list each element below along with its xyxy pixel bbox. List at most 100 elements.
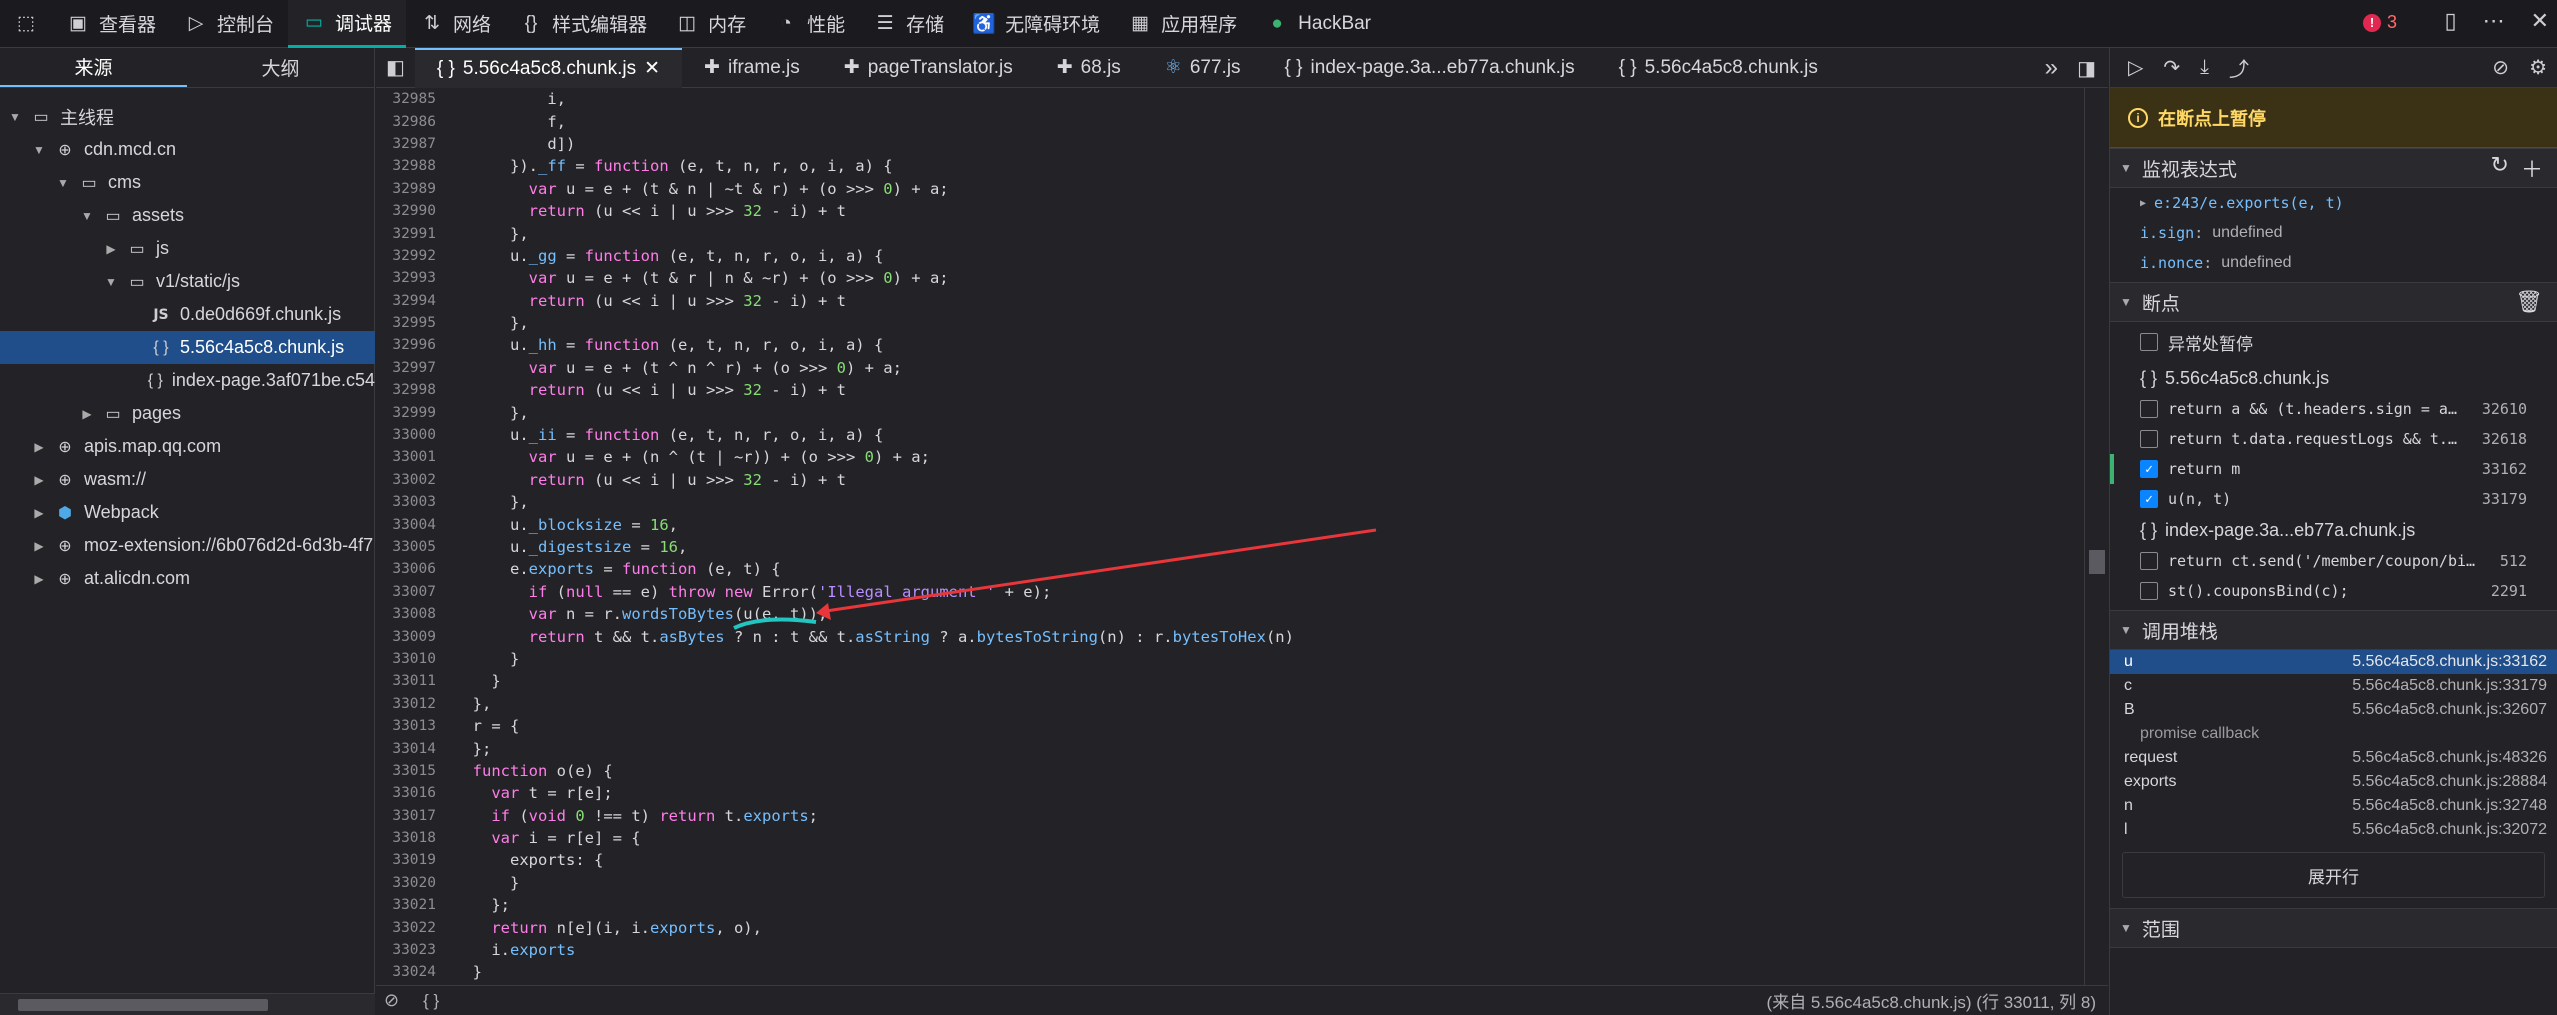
tab-hackbar[interactable]: ● HackBar <box>1251 0 1385 48</box>
watch-item[interactable]: ▶ e:243/e.exports(e, t) <box>2110 188 2557 218</box>
toggle-sidebar-icon[interactable]: ◧ <box>376 55 415 80</box>
code-line[interactable]: 33022 return n[e](i, i.exports, o), <box>376 916 2084 938</box>
format-button[interactable]: { } <box>423 991 439 1011</box>
tree-item-folder[interactable]: ▶ ▭ js <box>0 232 375 265</box>
add-icon[interactable]: ＋ <box>2521 152 2543 184</box>
line-number[interactable]: 33016 <box>376 785 436 801</box>
code-line[interactable]: 33009 return t && t.asBytes ? n : t && t… <box>376 625 2084 647</box>
tree-item-file-selected[interactable]: { } 5.56c4a5c8.chunk.js <box>0 331 375 364</box>
tree-item-file[interactable]: { } index-page.3af071be.c54 <box>0 364 375 397</box>
checkbox[interactable] <box>2140 333 2158 351</box>
line-number[interactable]: 33003 <box>376 494 436 510</box>
tab-memory[interactable]: ◫ 内存 <box>661 0 760 48</box>
checkbox-checked[interactable]: ✓ <box>2140 460 2158 478</box>
checkbox[interactable] <box>2140 582 2158 600</box>
toggle-debugger-pane-icon[interactable]: ◨ <box>2077 56 2096 81</box>
line-number[interactable]: 33023 <box>376 942 436 958</box>
editor-tab[interactable]: ✚ iframe.js <box>682 48 822 88</box>
line-number[interactable]: 33018 <box>376 830 436 846</box>
tab-outline[interactable]: 大纲 <box>187 48 374 87</box>
deactivate-breakpoints-icon[interactable]: ⊘ <box>2492 55 2509 80</box>
scopes-header[interactable]: ▼ 范围 <box>2110 908 2557 948</box>
line-number[interactable]: 33022 <box>376 920 436 936</box>
call-frame[interactable]: exports 5.56c4a5c8.chunk.js:28884 <box>2110 770 2557 794</box>
scrollbar-thumb[interactable] <box>2089 550 2105 574</box>
code-line[interactable]: 33017 if (void 0 !== t) return t.exports… <box>376 805 2084 827</box>
line-number[interactable]: 33004 <box>376 517 436 533</box>
line-number[interactable]: 33006 <box>376 561 436 577</box>
call-frame[interactable]: c 5.56c4a5c8.chunk.js:33179 <box>2110 674 2557 698</box>
code-line[interactable]: 32988 })._ff = function (e, t, n, r, o, … <box>376 155 2084 177</box>
breakpoint-item[interactable]: return ct.send('/member/coupon/bi… 512 <box>2110 546 2557 576</box>
line-number[interactable]: 33014 <box>376 741 436 757</box>
line-number[interactable]: 33000 <box>376 427 436 443</box>
call-frame[interactable]: B 5.56c4a5c8.chunk.js:32607 <box>2110 698 2557 722</box>
code-line[interactable]: 32997 var u = e + (t ^ n ^ r) + (o >>> 0… <box>376 357 2084 379</box>
line-number[interactable]: 33007 <box>376 584 436 600</box>
code-line[interactable]: 32998 return (u << i | u >>> 32 - i) + t <box>376 379 2084 401</box>
tab-console[interactable]: ▷ 控制台 <box>170 0 288 48</box>
code-line[interactable]: 33023 i.exports <box>376 939 2084 961</box>
line-number[interactable]: 33002 <box>376 472 436 488</box>
tab-network[interactable]: ⇅ 网络 <box>406 0 505 48</box>
watch-expressions-header[interactable]: ▼ 监视表达式 ↻ ＋ <box>2110 148 2557 188</box>
code-line[interactable]: 33014 }; <box>376 737 2084 759</box>
watch-item[interactable]: i.sign: undefined <box>2110 218 2557 248</box>
line-number[interactable]: 33024 <box>376 964 436 980</box>
code-line[interactable]: 33021 }; <box>376 894 2084 916</box>
pause-on-exceptions[interactable]: 异常处暂停 <box>2110 322 2557 362</box>
code-line[interactable]: 33019 exports: { <box>376 849 2084 871</box>
line-number[interactable]: 33008 <box>376 606 436 622</box>
line-number[interactable]: 32988 <box>376 158 436 174</box>
code-line[interactable]: 33001 var u = e + (n ^ (t | ~r)) + (o >>… <box>376 446 2084 468</box>
close-icon[interactable]: ✕ <box>2531 8 2549 34</box>
tree-item-folder[interactable]: ▼ ▭ cms <box>0 166 375 199</box>
tree-item-domain[interactable]: ▶ ⊕ apis.map.qq.com <box>0 430 375 463</box>
call-frame[interactable]: request 5.56c4a5c8.chunk.js:48326 <box>2110 746 2557 770</box>
breakpoint-item[interactable]: return a && (t.headers.sign = a… 32610 <box>2110 394 2557 424</box>
line-number[interactable]: 32985 <box>376 91 436 107</box>
code-area[interactable]: 32985 i, 32986 f, 32987 d]) 32988 })._ff = … <box>376 88 2084 1015</box>
dock-icon[interactable]: ▯ <box>2444 8 2456 34</box>
call-frame-selected[interactable]: u 5.56c4a5c8.chunk.js:33162 <box>2110 650 2557 674</box>
step-in-icon[interactable]: ⤓ <box>2200 56 2209 79</box>
code-line[interactable]: 32994 return (u << i | u >>> 32 - i) + t <box>376 290 2084 312</box>
tab-style-editor[interactable]: {} 样式编辑器 <box>505 0 661 48</box>
code-line[interactable]: 32995 }, <box>376 312 2084 334</box>
code-line[interactable]: 33002 return (u << i | u >>> 32 - i) + t <box>376 469 2084 491</box>
line-number[interactable]: 33017 <box>376 808 436 824</box>
code-line[interactable]: 33005 u._digestsize = 16, <box>376 536 2084 558</box>
checkbox[interactable] <box>2140 430 2158 448</box>
code-line[interactable]: 33010 } <box>376 648 2084 670</box>
editor-tab-active[interactable]: { } 5.56c4a5c8.chunk.js ✕ <box>414 47 683 88</box>
code-line[interactable]: 32985 i, <box>376 88 2084 110</box>
step-over-icon[interactable]: ↷ <box>2163 55 2180 80</box>
code-line[interactable]: 33024 } <box>376 961 2084 983</box>
step-out-icon[interactable]: ⤴ <box>2229 53 2249 82</box>
tree-item-domain[interactable]: ▶ ⊕ moz-extension://6b076d2d-6d3b-4f7 <box>0 529 375 562</box>
tree-item-webpack[interactable]: ▶ ⬢ Webpack <box>0 496 375 529</box>
line-number[interactable]: 33020 <box>376 875 436 891</box>
code-line[interactable]: 32987 d]) <box>376 133 2084 155</box>
resume-icon[interactable]: ▷ <box>2128 55 2143 80</box>
tab-performance[interactable]: ◔ 性能 <box>760 0 859 48</box>
code-line[interactable]: 33013 r = { <box>376 715 2084 737</box>
code-line[interactable]: 33020 } <box>376 872 2084 894</box>
line-number[interactable]: 32989 <box>376 181 436 197</box>
pretty-print-icon[interactable]: ⊘ <box>384 990 399 1011</box>
editor-tab[interactable]: ✚ 68.js <box>1035 48 1143 88</box>
watch-item[interactable]: i.nonce: undefined <box>2110 248 2557 278</box>
tab-storage[interactable]: ☰ 存储 <box>859 0 958 48</box>
tab-accessibility[interactable]: ♿ 无障碍环境 <box>958 0 1114 48</box>
code-line[interactable]: 33011 } <box>376 670 2084 692</box>
code-line[interactable]: 33000 u._ii = function (e, t, n, r, o, i… <box>376 424 2084 446</box>
line-number[interactable]: 32987 <box>376 136 436 152</box>
code-line[interactable]: 33008 var n = r.wordsToBytes(u(e, t)); <box>376 603 2084 625</box>
editor-tab[interactable]: { } 5.56c4a5c8.chunk.js <box>1597 48 1840 88</box>
editor-tab[interactable]: ✚ pageTranslator.js <box>822 48 1035 88</box>
line-number[interactable]: 33015 <box>376 763 436 779</box>
line-number[interactable]: 33005 <box>376 539 436 555</box>
code-line[interactable]: 32992 u._gg = function (e, t, n, r, o, i… <box>376 245 2084 267</box>
line-number[interactable]: 33011 <box>376 673 436 689</box>
error-count-badge[interactable]: ! 3 <box>2362 12 2397 33</box>
